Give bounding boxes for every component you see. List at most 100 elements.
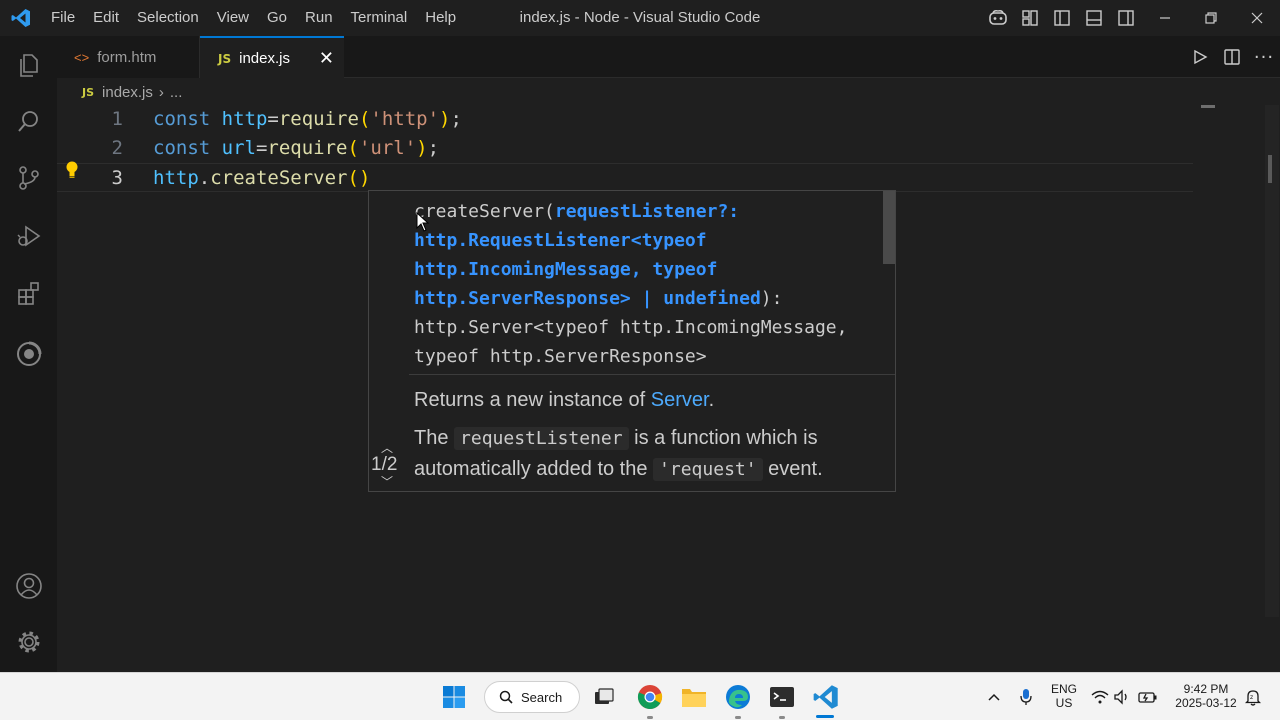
minimize-button[interactable] — [1142, 0, 1188, 36]
breadcrumb-file[interactable]: index.js — [102, 84, 153, 101]
code-token: const — [153, 108, 222, 130]
breadcrumb-more[interactable]: ... — [170, 84, 183, 101]
line-number: 1 — [111, 108, 123, 130]
code-token: = — [255, 137, 268, 159]
extensions-icon[interactable] — [0, 270, 57, 318]
search-icon — [499, 690, 513, 704]
editor-tabs: <> form.htm JS index.js ✕ — [57, 36, 1280, 79]
tab-form-htm[interactable]: <> form.htm — [57, 36, 200, 78]
divider — [409, 374, 895, 375]
code-token: createServer — [210, 167, 348, 189]
menu-file[interactable]: File — [42, 0, 84, 36]
search-icon[interactable] — [0, 98, 57, 146]
menu-selection[interactable]: Selection — [128, 0, 208, 36]
doc-text: Returns a new instance of — [414, 389, 651, 411]
doc-text: . — [708, 389, 715, 411]
signature-navigation: ︿ 1/2 ﹀ — [369, 191, 409, 491]
run-debug-icon[interactable] — [0, 212, 57, 260]
lightbulb-icon[interactable] — [65, 161, 79, 183]
windows-start-icon[interactable] — [432, 673, 476, 720]
doc-paragraph: The requestListener is a function which … — [414, 423, 884, 485]
chrome-icon[interactable] — [628, 673, 672, 720]
server-link[interactable]: Server — [651, 389, 709, 411]
code-token: ( — [358, 108, 371, 130]
menu-help[interactable]: Help — [416, 0, 465, 36]
close-tab-icon[interactable]: ✕ — [319, 48, 334, 69]
title-actions — [982, 0, 1280, 36]
restore-button[interactable] — [1188, 0, 1234, 36]
vscode-taskbar-icon[interactable] — [804, 673, 848, 720]
menu-go[interactable]: Go — [258, 0, 296, 36]
menu-view[interactable]: View — [208, 0, 258, 36]
manage-gear-icon[interactable] — [0, 618, 57, 666]
edge-icon[interactable] — [716, 673, 760, 720]
file-explorer-icon[interactable] — [672, 673, 716, 720]
running-indicator — [779, 716, 785, 719]
language-code: ENG — [1050, 682, 1077, 696]
source-control-icon[interactable] — [0, 154, 57, 202]
code-token: url — [221, 137, 256, 159]
tab-label: form.htm — [97, 48, 157, 66]
menu-run[interactable]: Run — [296, 0, 342, 36]
line-number: 2 — [111, 137, 123, 159]
explorer-icon[interactable] — [0, 42, 57, 90]
code-text[interactable]: const http=require('http'); — [153, 105, 462, 134]
close-window-button[interactable] — [1234, 0, 1280, 36]
customize-layout-icon[interactable] — [1014, 0, 1046, 36]
inline-code: requestListener — [454, 427, 629, 450]
breadcrumb: JS index.js › ... — [82, 80, 182, 104]
doc-paragraph: Returns a new instance of Server. — [414, 385, 884, 415]
editor-scrollbar[interactable] — [1265, 105, 1279, 617]
clock-date: 2025-03-12 — [1175, 696, 1237, 710]
code-text[interactable]: http.createServer() — [153, 164, 370, 193]
minimap[interactable] — [1201, 105, 1215, 108]
task-view-icon[interactable] — [582, 673, 626, 720]
popup-scrollbar-thumb[interactable] — [883, 191, 895, 264]
code-line[interactable]: 1 const http=require('http'); — [57, 105, 1193, 134]
taskbar-search[interactable]: Search — [484, 681, 580, 713]
scrollbar-thumb[interactable] — [1268, 155, 1272, 183]
code-token: require — [267, 137, 348, 159]
copilot-icon[interactable] — [982, 0, 1014, 36]
code-token: require — [278, 108, 359, 130]
code-token: http — [221, 108, 268, 130]
activity-bar — [0, 36, 57, 672]
mouse-cursor-icon — [416, 211, 430, 236]
code-line-current[interactable]: 3 http.createServer() — [57, 163, 1193, 192]
toggle-secondary-sidebar-icon[interactable] — [1110, 0, 1142, 36]
chevron-down-icon[interactable]: ﹀ — [381, 473, 393, 490]
remote-explorer-icon[interactable] — [0, 330, 57, 378]
code-token: . — [198, 167, 211, 189]
search-label: Search — [521, 689, 563, 705]
menu-edit[interactable]: Edit — [84, 0, 128, 36]
split-editor-icon[interactable] — [1216, 36, 1248, 78]
toggle-primary-sidebar-icon[interactable] — [1046, 0, 1078, 36]
code-line[interactable]: 2 const url=require('url'); — [57, 134, 1193, 163]
clock[interactable]: 9:42 PM 2025-03-12 — [1168, 682, 1244, 710]
notification-bell-icon[interactable]: z — [1238, 673, 1268, 720]
code-token: 'http' — [370, 108, 440, 130]
inline-code: 'request' — [653, 458, 763, 481]
more-actions-icon[interactable]: ··· — [1248, 36, 1280, 78]
js-file-icon: JS — [218, 51, 232, 66]
language-indicator[interactable]: ENG US — [1046, 682, 1082, 710]
menu-terminal[interactable]: Terminal — [342, 0, 417, 36]
accounts-icon[interactable] — [0, 562, 57, 610]
region-code: US — [1055, 696, 1073, 710]
active-app-indicator — [816, 715, 834, 718]
editor-actions: ··· — [1184, 36, 1280, 78]
run-file-icon[interactable] — [1184, 36, 1216, 78]
microphone-icon[interactable] — [1004, 673, 1048, 720]
terminal-icon[interactable] — [760, 673, 804, 720]
svg-text:z: z — [1250, 694, 1253, 701]
chevron-right-icon: › — [158, 83, 164, 101]
battery-icon[interactable] — [1130, 673, 1166, 720]
code-text[interactable]: const url=require('url'); — [153, 134, 439, 163]
code-token: const — [153, 137, 222, 159]
tab-index-js[interactable]: JS index.js ✕ — [200, 36, 344, 79]
vscode-logo-icon[interactable] — [0, 0, 42, 36]
tab-label: index.js — [239, 50, 290, 67]
code-token: () — [347, 167, 371, 189]
code-token: ) — [416, 137, 428, 159]
toggle-panel-icon[interactable] — [1078, 0, 1110, 36]
